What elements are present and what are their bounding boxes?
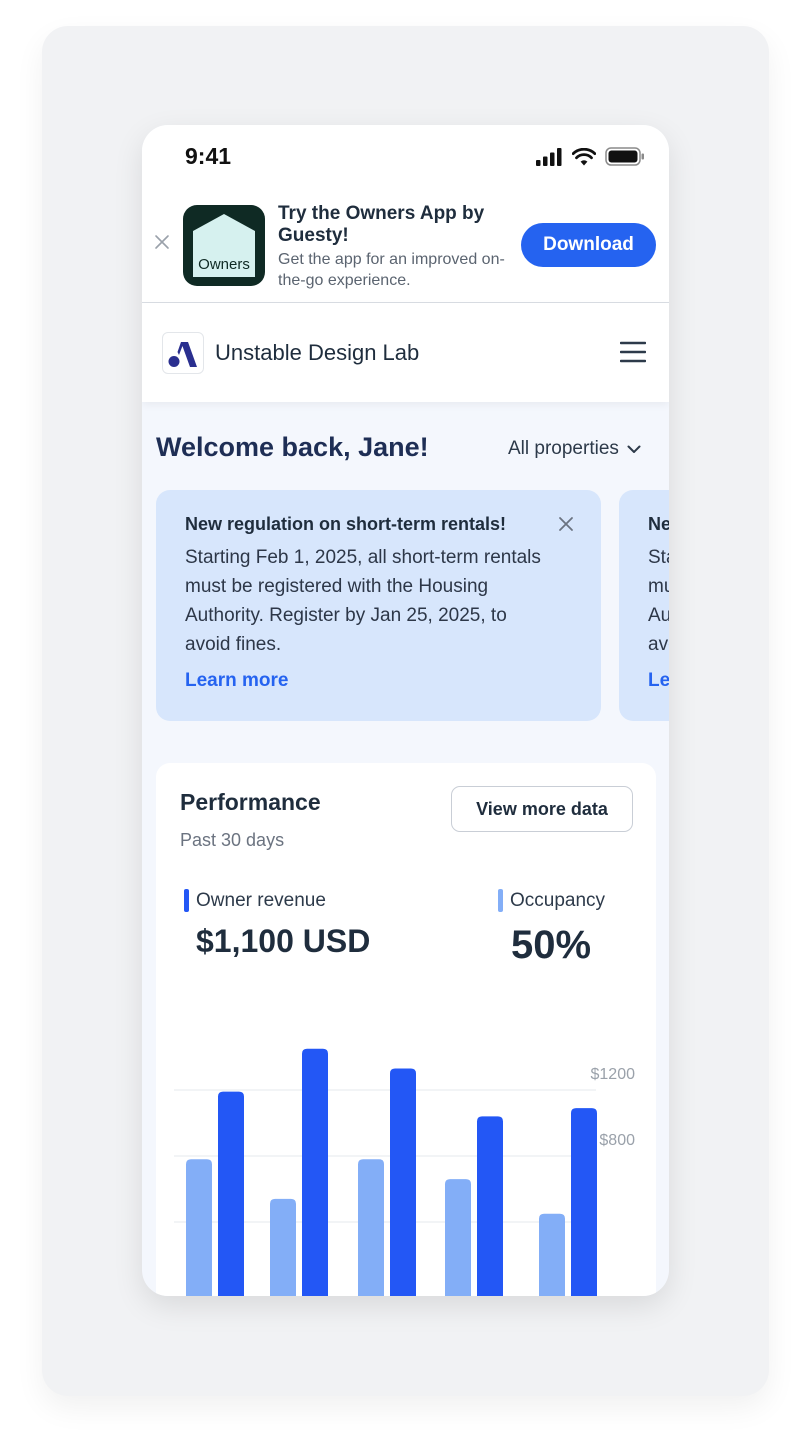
- owners-app-icon: Owners: [183, 205, 265, 286]
- owner-revenue-label: Owner revenue: [184, 889, 326, 912]
- owner-revenue-bar: [477, 1116, 503, 1296]
- wifi-icon: [572, 147, 596, 165]
- status-icons: [536, 147, 645, 166]
- property-filter-dropdown[interactable]: All properties: [508, 438, 641, 460]
- performance-bar-chart: $1200 $800: [174, 1048, 636, 1296]
- logo-icon: [168, 342, 197, 367]
- house-icon: [193, 214, 255, 277]
- view-more-data-button[interactable]: View more data: [451, 786, 633, 832]
- performance-title: Performance: [180, 789, 321, 815]
- status-bar: 9:41: [142, 125, 669, 185]
- performance-period: Past 30 days: [180, 830, 285, 850]
- alert-title: New regulation on short-term rentals!: [185, 514, 507, 534]
- occupancy-legend-swatch: [498, 889, 503, 912]
- cellular-signal-icon: [536, 147, 562, 166]
- phone-frame: 9:41 Owners Try the Owners App by Guesty…: [142, 125, 669, 1296]
- occupancy-bar: [270, 1198, 296, 1296]
- occupancy-bar: [539, 1213, 565, 1296]
- brand-name: Unstable Design Lab: [215, 340, 420, 365]
- app-icon-label: Owners: [198, 256, 250, 273]
- owner-revenue-label-text: Owner revenue: [196, 889, 326, 911]
- learn-more-link[interactable]: Learn more: [648, 670, 669, 692]
- welcome-heading: Welcome back, Jane!: [156, 432, 429, 462]
- owner-revenue-bar: [571, 1108, 597, 1296]
- occupancy-label: Occupancy: [498, 889, 605, 912]
- battery-icon: [605, 147, 644, 166]
- close-icon[interactable]: [558, 516, 574, 532]
- occupancy-value: 50%: [511, 923, 592, 967]
- y-axis-tick-label: $800: [599, 1132, 635, 1149]
- owner-revenue-bar: [302, 1048, 328, 1296]
- occupancy-bar: [445, 1179, 471, 1296]
- alert-body: Starting Feb 1, 2025, all short-term ren…: [185, 547, 541, 655]
- hamburger-menu-icon[interactable]: [620, 341, 646, 363]
- alert-body: Starting Feb 1, 2025, all short-term ren…: [648, 547, 669, 655]
- app-header: Unstable Design Lab: [142, 303, 669, 402]
- owner-revenue-legend-swatch: [184, 889, 189, 912]
- status-time: 9:41: [185, 143, 232, 169]
- banner-subtitle: Get the app for an improved on-the-go ex…: [278, 251, 505, 289]
- occupancy-bar: [186, 1159, 212, 1296]
- learn-more-link[interactable]: Learn more: [185, 670, 288, 692]
- occupancy-label-text: Occupancy: [510, 889, 606, 911]
- brand-logo[interactable]: [162, 332, 204, 374]
- regulation-alert-card: New regulation on short-term rentals! St…: [156, 490, 601, 721]
- download-button[interactable]: Download: [521, 223, 656, 267]
- owner-revenue-value: $1,100 USD: [196, 923, 371, 959]
- banner-title: Try the Owners App by Guesty!: [278, 203, 485, 246]
- owner-revenue-bar: [390, 1068, 416, 1296]
- chevron-down-icon: [627, 445, 641, 453]
- app-promo-banner: Owners Try the Owners App by Guesty! Get…: [142, 185, 669, 303]
- alert-title: New regulation on short-term rentals!: [648, 514, 669, 534]
- y-axis-tick-label: $1200: [591, 1066, 636, 1083]
- regulation-alert-card: New regulation on short-term rentals! St…: [619, 490, 669, 721]
- occupancy-bar: [358, 1159, 384, 1296]
- performance-card: Performance Past 30 days View more data …: [156, 763, 656, 1296]
- close-icon[interactable]: [154, 234, 170, 250]
- owner-revenue-bar: [218, 1091, 244, 1296]
- property-filter-label: All properties: [508, 438, 619, 459]
